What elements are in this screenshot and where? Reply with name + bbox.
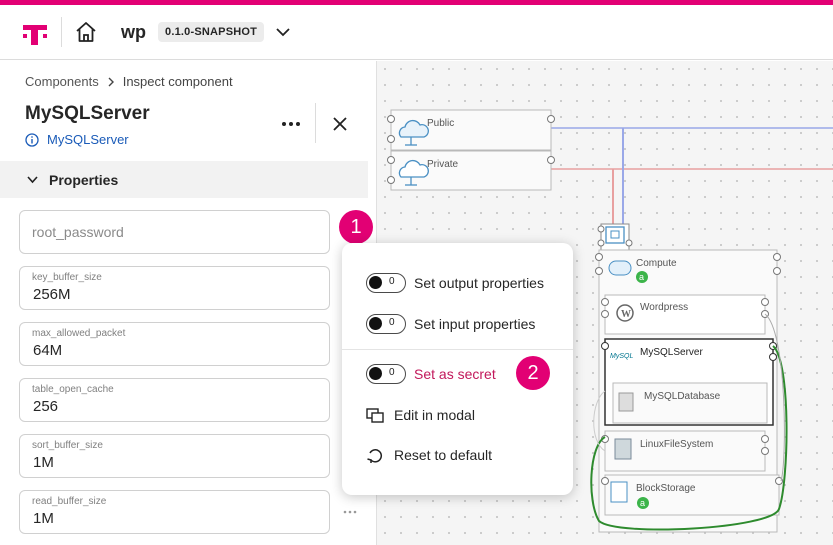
storage-icon [610,481,628,503]
database-icon [618,392,634,412]
private-network-label: Private [427,159,459,170]
filesystem-icon [614,438,632,460]
info-icon [25,132,39,147]
root-password-field[interactable]: root_password [19,210,330,254]
field-label: sort_buffer_size [32,440,103,451]
mysqlserver-node: MySQL MySQLServer MySQLDatabase [601,338,777,426]
svg-text:W: W [621,309,631,320]
inspector-panel: Components Inspect component MySQLServer… [0,61,376,545]
modal-icon [366,408,384,423]
edit-in-modal-item[interactable]: Edit in modal [366,404,475,426]
more-options-icon[interactable] [277,113,305,135]
public-network-label: Public [427,118,454,129]
menu-item-label: Set input properties [414,316,536,332]
svg-text:a: a [640,498,645,508]
properties-section-toggle[interactable]: Properties [0,161,368,198]
svg-text:a: a [639,272,644,282]
app-header: wp 0.1.0-SNAPSHOT [0,5,833,60]
callout-badge: 1 [339,210,373,244]
callout-badge: 2 [516,356,550,390]
project-name[interactable]: wp [121,22,146,43]
max-allowed-packet-field[interactable]: max_allowed_packet 64M [19,322,330,366]
blockstorage-label: BlockStorage [636,483,696,494]
linuxfilesystem-label: LinuxFileSystem [640,439,713,450]
field-value: 64M [33,342,63,359]
section-label: Properties [49,171,119,188]
header-action-divider [315,103,316,143]
wordpress-label: Wordpress [640,302,688,313]
wordpress-node: W Wordpress [601,294,769,335]
home-icon[interactable] [74,20,98,44]
version-badge: 0.1.0-SNAPSHOT [158,22,265,42]
field-more-icon[interactable] [343,509,357,515]
field-value: 256 [33,398,59,415]
read-buffer-size-field[interactable]: read_buffer_size 1M [19,490,330,534]
component-title: MySQLServer [25,103,150,124]
set-as-secret-item[interactable]: 0 Set as secret [366,363,496,385]
component-type-label: MySQLServer [47,132,129,147]
chevron-right-icon [108,77,114,86]
compute-icon [608,260,632,276]
sort-buffer-size-field[interactable]: sort_buffer_size 1M [19,434,330,478]
breadcrumb: Components Inspect component [25,74,233,89]
breadcrumb-current: Inspect component [122,74,233,89]
menu-item-label: Edit in modal [394,407,475,423]
field-label: max_allowed_packet [32,328,126,339]
reset-icon [367,449,383,463]
component-type-link[interactable]: MySQLServer [25,132,129,147]
output-toggle[interactable]: 0 [366,273,406,293]
set-input-properties-item[interactable]: 0 Set input properties [366,313,535,335]
port-icon [605,226,625,244]
set-output-properties-item[interactable]: 0 Set output properties [366,272,544,294]
field-placeholder: root_password [32,224,124,240]
field-label: key_buffer_size [32,272,102,283]
menu-divider [342,349,573,350]
mysqldatabase-node [612,382,768,424]
compute-label: Compute [636,258,677,269]
menu-item-label: Set output properties [414,275,544,291]
key-buffer-size-field[interactable]: key_buffer_size 256M [19,266,330,310]
field-value: 256M [33,286,71,303]
chevron-down-icon[interactable] [274,23,292,41]
header-divider [61,17,62,47]
telekom-logo[interactable] [23,19,47,45]
blockstorage-node: a BlockStorage [601,474,783,516]
reset-to-default-item[interactable]: Reset to default [366,444,492,466]
field-label: read_buffer_size [32,496,107,507]
input-toggle[interactable]: 0 [366,314,406,334]
mysql-icon: MySQL [610,353,633,360]
secret-toggle[interactable]: 0 [366,364,406,384]
menu-item-label: Reset to default [394,447,493,463]
linuxfilesystem-node: LinuxFileSystem [601,430,769,472]
field-value: 1M [33,454,54,471]
private-network-node: Private [387,150,555,191]
table-open-cache-field[interactable]: table_open_cache 256 [19,378,330,422]
field-value: 1M [33,510,54,527]
field-label: table_open_cache [32,384,114,395]
port-node [597,223,633,251]
close-icon[interactable] [330,114,350,134]
mysqldatabase-label: MySQLDatabase [644,391,721,402]
menu-item-label: Set as secret [414,366,496,382]
chevron-down-icon [27,176,38,184]
breadcrumb-components-link[interactable]: Components [25,74,99,89]
public-network-node: Public [387,109,555,151]
mysqlserver-label: MySQLServer [640,347,703,358]
